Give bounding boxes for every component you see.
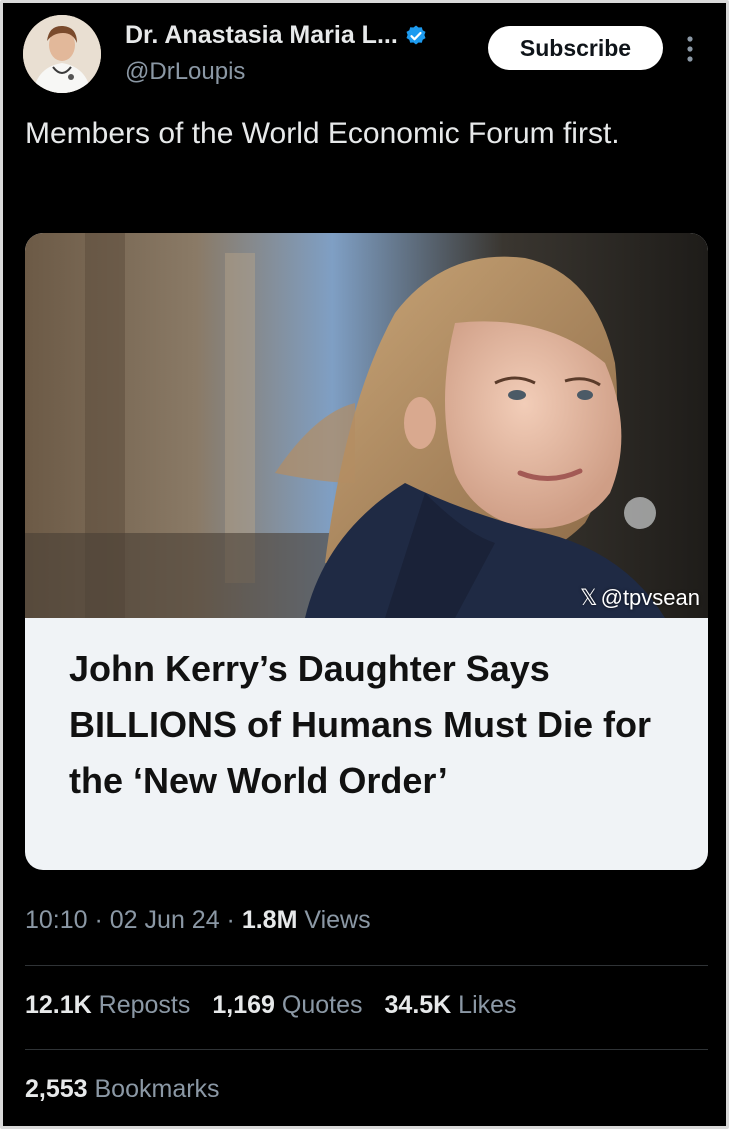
likes-stat[interactable]: 34.5K Likes [385, 991, 517, 1019]
meta-separator: · [219, 906, 242, 934]
author-handle[interactable]: @DrLoupis [125, 58, 245, 86]
tweet-time[interactable]: 10:10 [25, 906, 88, 934]
tweet-meta: 10:10 · 02 Jun 24 · 1.8M Views [25, 906, 371, 935]
verified-badge-icon [404, 24, 428, 48]
media-card[interactable]: 𝕏 @tpvsean John Kerry’s Daughter Says BI… [25, 233, 708, 870]
divider [25, 965, 708, 966]
meta-separator: · [87, 906, 110, 934]
tweet-detail-view: Dr. Anastasia Maria L... @DrLoupis Subsc… [0, 0, 729, 1129]
reposts-stat[interactable]: 12.1K Reposts [25, 991, 190, 1019]
display-name[interactable]: Dr. Anastasia Maria L... [125, 21, 398, 50]
views-count[interactable]: 1.8M [242, 906, 298, 934]
watermark: 𝕏 @tpvsean [580, 585, 700, 611]
views-label[interactable]: Views [297, 906, 370, 934]
quotes-count: 1,169 [212, 991, 275, 1019]
bookmarks-count: 2,553 [25, 1075, 88, 1103]
engagement-stats: 12.1K Reposts 1,169 Quotes 34.5K Likes [25, 991, 517, 1020]
likes-count: 34.5K [384, 991, 452, 1019]
tweet-date[interactable]: 02 Jun 24 [110, 906, 220, 934]
subscribe-button[interactable]: Subscribe [488, 26, 663, 70]
avatar-portrait-icon [23, 15, 101, 93]
avatar[interactable] [23, 15, 101, 93]
likes-label: Likes [451, 991, 517, 1019]
bookmarks-stat[interactable]: 2,553 Bookmarks [25, 1075, 220, 1104]
media-photo[interactable] [25, 233, 708, 618]
more-vertical-icon[interactable] [681, 33, 699, 65]
reposts-label: Reposts [91, 991, 191, 1019]
reposts-count: 12.1K [25, 991, 92, 1019]
media-headline: John Kerry’s Daughter Says BILLIONS of H… [69, 648, 652, 801]
bookmarks-label: Bookmarks [87, 1075, 220, 1103]
quotes-label: Quotes [274, 991, 363, 1019]
tweet-text: Members of the World Economic Forum firs… [25, 117, 620, 150]
display-name-row[interactable]: Dr. Anastasia Maria L... [125, 21, 428, 50]
x-logo-icon: 𝕏 [579, 585, 598, 610]
divider [25, 1049, 708, 1050]
quotes-stat[interactable]: 1,169 Quotes [212, 991, 362, 1019]
watermark-handle: @tpvsean [600, 585, 700, 610]
